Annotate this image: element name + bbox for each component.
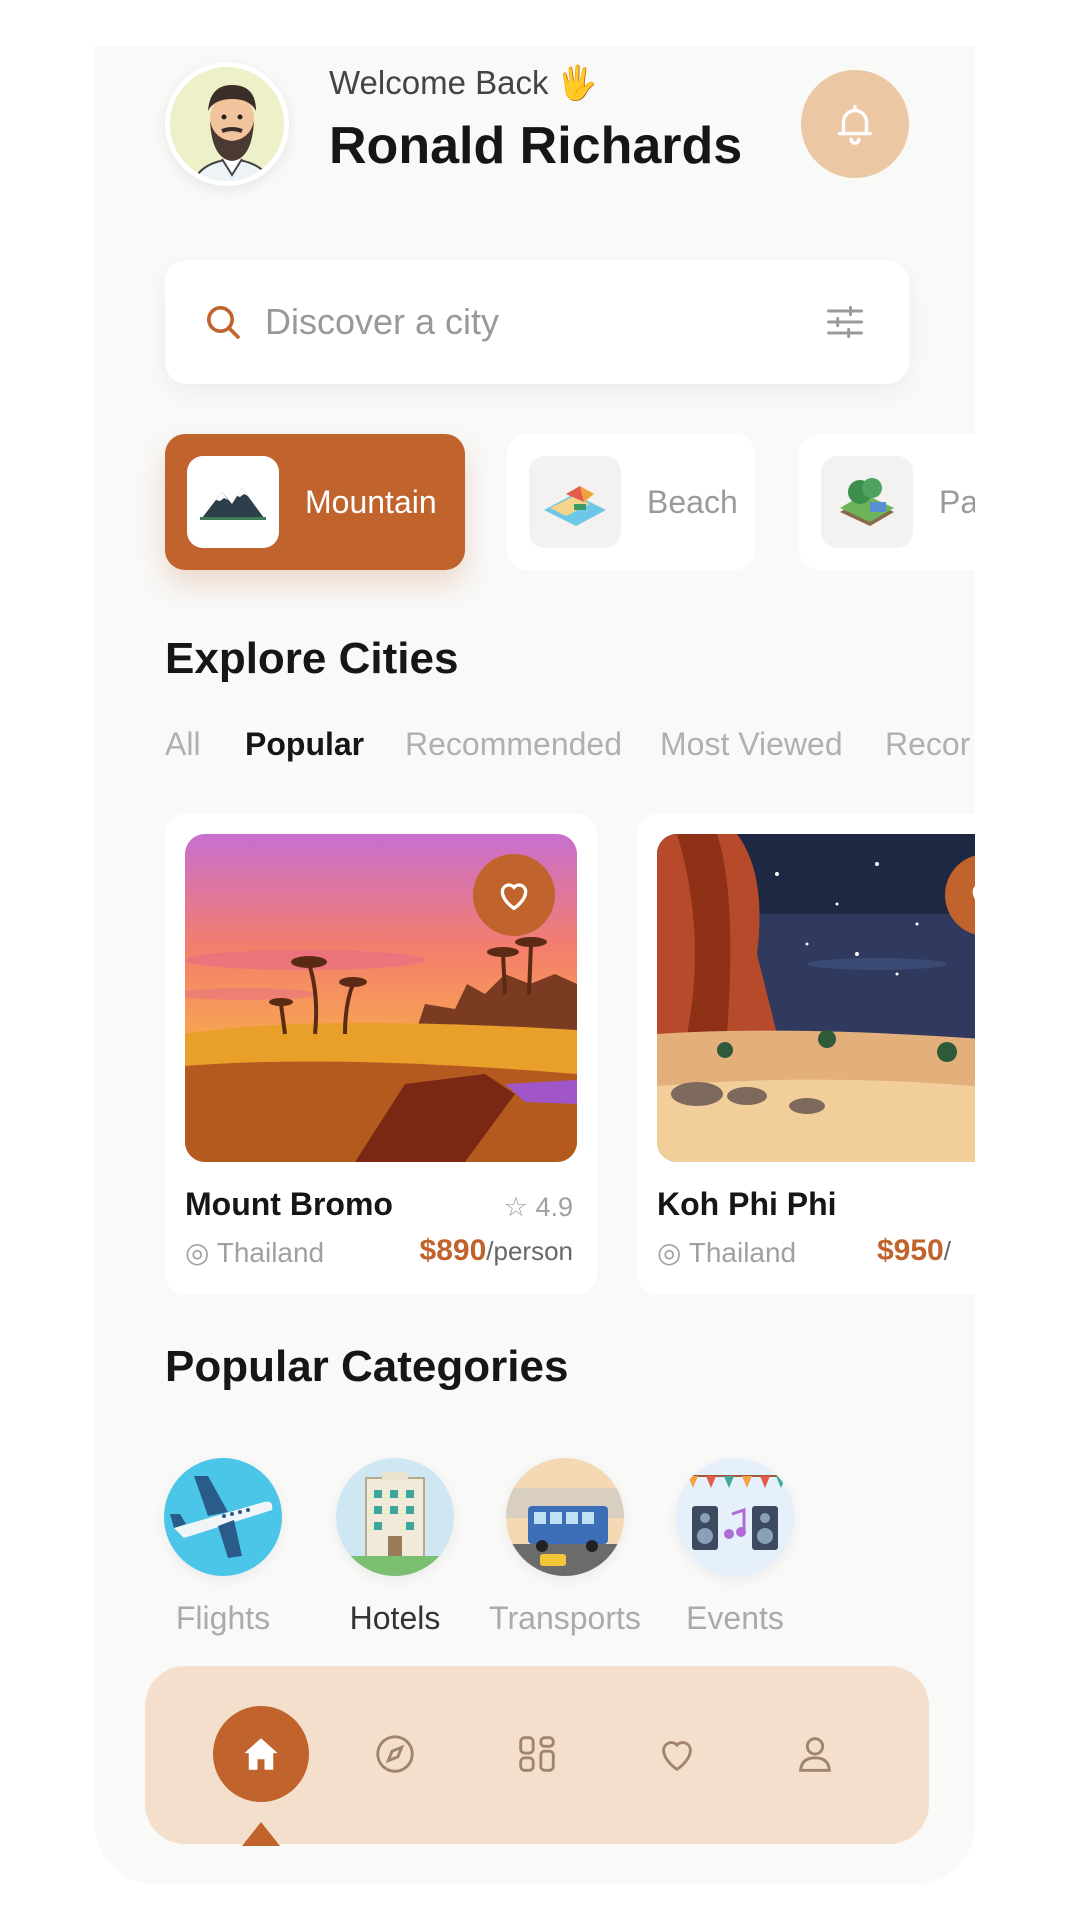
chip-park[interactable]: Par <box>799 434 975 570</box>
avatar[interactable] <box>165 62 289 186</box>
nav-home[interactable] <box>213 1706 309 1802</box>
tab-all[interactable]: All <box>165 726 201 763</box>
price-unit: /person <box>486 1236 573 1266</box>
city-location: ◎ Thailand <box>185 1236 324 1269</box>
popular-categories-title: Popular Categories <box>165 1342 569 1391</box>
welcome-text: Welcome Back 🖐 <box>329 64 598 103</box>
category-flights[interactable]: Flights <box>138 1458 308 1637</box>
tab-most-viewed[interactable]: Most Viewed <box>660 726 843 763</box>
location-pin-icon: ◎ <box>657 1237 682 1268</box>
beach-icon <box>529 456 621 548</box>
user-name: Ronald Richards <box>329 117 743 175</box>
park-icon <box>821 456 913 548</box>
nav-explore[interactable] <box>347 1706 443 1802</box>
speaker-icon <box>676 1458 794 1576</box>
nav-active-indicator <box>242 1822 280 1846</box>
bus-icon <box>506 1458 624 1576</box>
compass-icon <box>376 1735 414 1773</box>
search-input[interactable] <box>265 290 785 354</box>
tab-recommended[interactable]: Recommended <box>405 726 622 763</box>
profile-icon <box>799 1737 831 1772</box>
home-icon <box>244 1738 278 1770</box>
nav-categories[interactable] <box>489 1706 585 1802</box>
explore-cities-title: Explore Cities <box>165 634 459 683</box>
category-label: Flights <box>175 1600 271 1636</box>
heart-icon <box>500 883 528 911</box>
category-chips: Mountain Beach Pa <box>165 434 975 584</box>
search-bar <box>165 260 909 384</box>
city-name: Koh Phi Phi <box>657 1186 837 1222</box>
favorite-button[interactable] <box>473 854 555 936</box>
nav-profile[interactable] <box>767 1706 863 1802</box>
category-events[interactable]: Events <box>650 1458 820 1637</box>
notification-button[interactable] <box>801 70 909 178</box>
city-card[interactable]: Mount Bromo ☆ 4.9 ◎ Thailand $890/person <box>165 814 597 1294</box>
category-label: Transports <box>489 1600 641 1636</box>
category-label: Hotels <box>349 1600 441 1636</box>
bell-icon <box>837 105 873 145</box>
chip-label: Mountain <box>305 483 437 520</box>
city-card[interactable]: Koh Phi Phi ◎ Thailand $950/ <box>637 814 975 1294</box>
price-unit: / <box>943 1236 951 1266</box>
hotel-icon <box>336 1458 454 1576</box>
category-hotels[interactable]: Hotels <box>310 1458 480 1637</box>
tab-popular[interactable]: Popular <box>245 726 364 763</box>
explore-filter-tabs: All Popular Recommended Most Viewed Reco… <box>165 726 975 776</box>
city-price: $890/person <box>420 1234 573 1268</box>
price-amount: $950 <box>877 1234 944 1267</box>
city-name: Mount Bromo <box>185 1186 393 1222</box>
city-location: ◎ Thailand <box>657 1236 796 1269</box>
location-text: Thailand <box>216 1237 325 1268</box>
grid-icon <box>519 1736 555 1772</box>
welcome-label: Welcome Back <box>329 64 549 101</box>
heart-icon <box>972 886 975 900</box>
city-rating: ☆ 4.9 <box>504 1192 573 1223</box>
mountain-icon <box>187 456 279 548</box>
category-label: Events <box>686 1600 784 1636</box>
chip-label: Par <box>939 483 975 520</box>
location-pin-icon: ◎ <box>185 1237 210 1268</box>
heart-icon <box>662 1741 692 1772</box>
location-text: Thailand <box>688 1237 797 1268</box>
search-icon <box>207 306 240 339</box>
chip-label: Beach <box>647 483 738 520</box>
tab-recommended-2[interactable]: Recor <box>885 726 970 763</box>
airplane-icon <box>164 1458 282 1576</box>
city-image <box>657 834 975 1162</box>
chip-mountain[interactable]: Mountain <box>165 434 465 570</box>
rating-value: 4.9 <box>535 1192 573 1222</box>
price-amount: $890 <box>419 1234 487 1267</box>
app-screen: Welcome Back 🖐 Ronald Richards Discover … <box>95 46 975 1884</box>
filter-icon[interactable] <box>823 300 867 344</box>
category-transports[interactable]: Transports <box>480 1458 650 1637</box>
chip-beach[interactable]: Beach <box>507 434 755 570</box>
city-price: $950/ <box>877 1234 951 1268</box>
star-icon: ☆ <box>503 1192 528 1222</box>
wave-hand-icon: 🖐 <box>556 64 598 101</box>
nav-favorites[interactable] <box>629 1706 725 1802</box>
bottom-navigation <box>145 1666 929 1846</box>
